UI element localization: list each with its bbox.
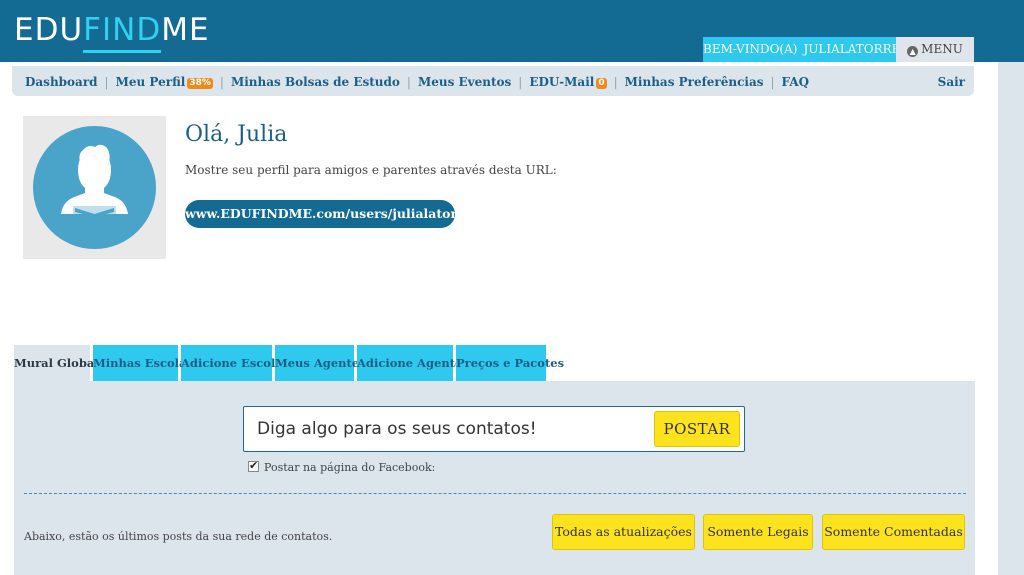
global-wall-panel: POSTAR Postar na página do Facebook: Aba…	[14, 381, 975, 575]
tab-mural-global[interactable]: Mural Global	[14, 345, 99, 381]
main-navigation: Dashboard | Meu Perfil 38% | Minhas Bolsas de…	[12, 66, 974, 96]
tab-minhas-escolas[interactable]: Minhas Escolas	[93, 345, 193, 381]
right-side-strip	[998, 62, 1024, 575]
filter-comments-only-button[interactable]: Somente Comentadas	[822, 514, 965, 550]
facebook-share-option: Postar na página do Facebook:	[248, 459, 436, 474]
welcome-user-banner[interactable]: BEM-VINDO(A) JULIALATORRE	[703, 37, 900, 62]
top-header: EDUFINDME BEM-VINDO(A) JULIALATORRE ▲ MENU	[0, 0, 1024, 62]
edufindme-logo[interactable]: EDUFINDME	[14, 12, 210, 48]
username-label: JULIALATORRE	[803, 42, 901, 56]
facebook-checkbox[interactable]	[248, 459, 259, 472]
feed-description: Abaixo, estão os últimos posts da sua re…	[24, 530, 333, 543]
tab-adicione-agentes[interactable]: Adicione Agentes	[357, 345, 469, 381]
menu-button[interactable]: ▲ MENU	[896, 37, 974, 62]
avatar-frame[interactable]	[23, 116, 166, 259]
tab-adicione-escolas[interactable]: Adicione Escolas	[181, 345, 289, 381]
filter-likes-only-button[interactable]: Somente Legais	[703, 514, 813, 550]
nav-minhas-preferencias[interactable]: Minhas Preferências	[625, 75, 764, 89]
logout-link[interactable]: Sair	[938, 66, 965, 99]
nav-faq[interactable]: FAQ	[782, 75, 810, 89]
nav-dashboard[interactable]: Dashboard	[25, 75, 98, 89]
up-arrow-circle-icon: ▲	[907, 46, 919, 57]
nav-edu-mail[interactable]: EDU-Mail 0	[529, 75, 607, 89]
user-avatar-icon	[33, 126, 156, 249]
post-button[interactable]: POSTAR	[654, 411, 740, 447]
tab-meus-agentes[interactable]: Meus Agentes	[275, 345, 366, 381]
profile-url-description: Mostre seu perfil para amigos e parentes…	[185, 163, 557, 177]
profile-completion-badge: 38%	[187, 78, 213, 89]
filter-all-updates-button[interactable]: Todas as atualizações	[552, 514, 695, 550]
nav-meus-eventos[interactable]: Meus Eventos	[418, 75, 511, 89]
nav-minhas-bolsas[interactable]: Minhas Bolsas de Estudo	[231, 75, 400, 89]
facebook-checkbox-label: Postar na página do Facebook:	[264, 461, 436, 474]
dashed-divider	[24, 493, 966, 494]
tab-precos-e-pacotes[interactable]: Preços e Pacotes	[456, 345, 564, 381]
mail-count-badge: 0	[596, 78, 607, 89]
post-input[interactable]	[245, 408, 650, 450]
greeting-title: Olá, Julia	[185, 122, 288, 147]
nav-meu-perfil[interactable]: Meu Perfil 38%	[116, 75, 213, 89]
profile-url-link[interactable]: www.EDUFINDME.com/users/julialatorre	[185, 200, 472, 228]
post-composer: POSTAR	[243, 406, 745, 452]
